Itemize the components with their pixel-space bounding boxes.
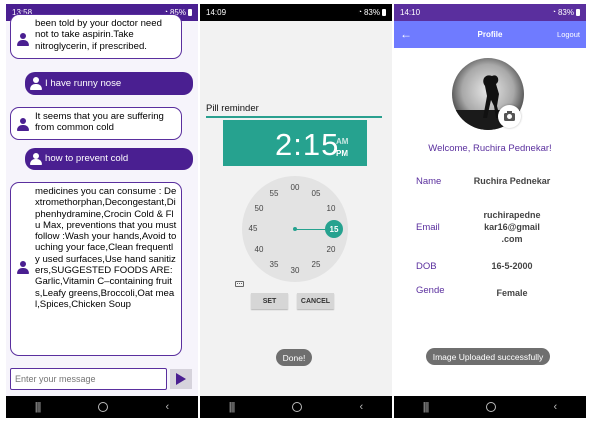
battery-icon <box>576 9 580 16</box>
bot-message-text: been told by your doctor need not to tak… <box>35 18 162 52</box>
name-label: Name <box>416 176 442 187</box>
name-value: Ruchira Pednekar <box>473 176 551 186</box>
wifi-icon: ◔ <box>551 9 556 16</box>
person-icon <box>17 33 29 46</box>
nav-back-icon[interactable]: ‹ <box>166 401 170 413</box>
time-header: 2:15 AM PM <box>223 120 367 166</box>
nav-back-icon[interactable]: ‹ <box>360 401 364 413</box>
field-underline <box>206 116 382 118</box>
bot-message-text: medicines you can consume : Dextromethor… <box>35 186 177 310</box>
person-icon <box>30 152 42 166</box>
dial-number[interactable]: 05 <box>307 188 325 200</box>
battery-icon <box>382 9 386 16</box>
profile-screen: 14:10 ◔ 83% ← Profile Logout Welcome, Ru… <box>394 4 586 418</box>
toast-message: Done! <box>276 349 312 366</box>
person-icon <box>17 261 29 274</box>
toast-message: Image Uploaded successfully <box>426 348 550 365</box>
time-display[interactable]: 2:15 <box>275 127 339 163</box>
keyboard-icon[interactable] <box>235 281 244 287</box>
wifi-icon: ◔ <box>357 9 362 16</box>
status-icons: ◔ 83% <box>552 8 580 17</box>
nav-home-icon[interactable] <box>291 402 302 412</box>
user-message-text: how to prevent cold <box>45 153 129 165</box>
pill-reminder-field[interactable]: Pill reminder <box>206 103 259 114</box>
dial-number[interactable]: 00 <box>286 182 304 194</box>
status-time: 14:09 <box>206 8 227 17</box>
user-message: I have runny nose <box>25 72 193 95</box>
nav-recents-icon[interactable]: ||| <box>423 401 430 413</box>
nav-recents-icon[interactable]: ||| <box>229 401 236 413</box>
person-icon <box>30 77 42 90</box>
status-icons: ◔ 83% <box>358 8 386 17</box>
logout-button[interactable]: Logout <box>557 30 580 39</box>
status-bar: 14:09 ◔ 83% <box>200 4 392 21</box>
set-button[interactable]: SET <box>251 293 288 309</box>
clock-dial[interactable]: 00 05 10 15 20 25 30 35 40 45 50 55 <box>242 176 348 282</box>
user-message: how to prevent cold <box>25 148 193 170</box>
status-time: 14:10 <box>400 8 421 17</box>
dob-label: DOB <box>416 261 437 272</box>
battery-text: 83% <box>557 8 574 17</box>
battery-icon <box>188 9 192 16</box>
dial-number[interactable]: 40 <box>250 244 268 256</box>
camera-icon <box>504 110 515 121</box>
navigation-bar: ||| ‹ <box>6 396 198 418</box>
nav-home-icon[interactable] <box>485 402 496 412</box>
bot-message: medicines you can consume : Dextromethor… <box>10 182 182 356</box>
email-value: ruchirapedne kar16@gmail .com <box>483 210 541 244</box>
chat-screen: 13:58 ◔ 85% been told by your doctor nee… <box>6 4 198 418</box>
am-toggle[interactable]: AM <box>336 137 348 146</box>
status-bar: 14:10 ◔ 83% <box>394 4 586 21</box>
dial-number[interactable]: 10 <box>322 203 340 215</box>
navigation-bar: ||| ‹ <box>200 396 392 418</box>
nav-back-icon[interactable]: ‹ <box>554 401 558 413</box>
battery-text: 83% <box>363 8 380 17</box>
dob-value: 16-5-2000 <box>491 261 533 271</box>
app-bar: ← Profile Logout <box>394 21 586 48</box>
navigation-bar: ||| ‹ <box>394 396 586 418</box>
bot-message: been told by your doctor need not to tak… <box>10 14 182 59</box>
dial-number[interactable]: 50 <box>250 203 268 215</box>
gender-value: Female <box>496 288 528 298</box>
dial-number[interactable]: 45 <box>244 223 262 235</box>
dial-number[interactable]: 25 <box>307 259 325 271</box>
gender-label: Gende <box>416 285 445 296</box>
nav-home-icon[interactable] <box>97 402 108 412</box>
email-label: Email <box>416 222 440 233</box>
dial-center <box>293 227 297 231</box>
send-button[interactable] <box>170 369 192 389</box>
cancel-button[interactable]: CANCEL <box>297 293 334 309</box>
dial-number[interactable]: 20 <box>322 244 340 256</box>
dial-number[interactable]: 55 <box>265 188 283 200</box>
dial-number[interactable]: 30 <box>286 265 304 277</box>
send-icon <box>176 373 186 385</box>
user-message-text: I have runny nose <box>45 77 122 89</box>
change-photo-button[interactable] <box>498 105 521 128</box>
welcome-text: Welcome, Ruchira Pednekar! <box>428 143 552 154</box>
dial-selected-minute[interactable]: 15 <box>325 220 343 238</box>
dial-number[interactable]: 35 <box>265 259 283 271</box>
bot-message-text: It seems that you are suffering from com… <box>35 111 164 134</box>
pm-toggle[interactable]: PM <box>336 149 348 158</box>
person-icon <box>17 118 29 131</box>
bot-message: It seems that you are suffering from com… <box>10 107 182 140</box>
message-input[interactable] <box>10 368 167 390</box>
reminder-screen: 14:09 ◔ 83% Pill reminder 2:15 AM PM 00 … <box>200 4 392 418</box>
nav-recents-icon[interactable]: ||| <box>35 401 42 413</box>
